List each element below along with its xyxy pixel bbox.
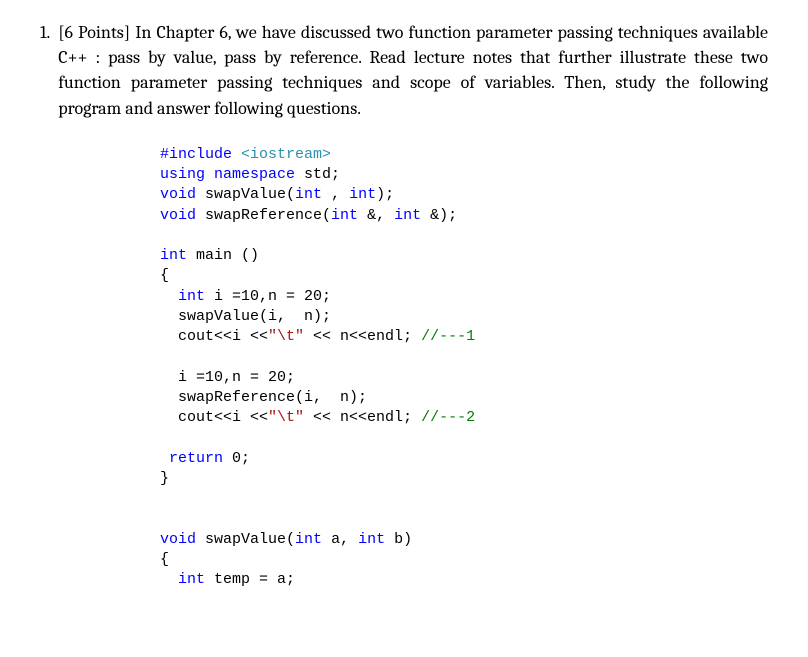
code-token: swapValue(	[196, 186, 295, 203]
code-token: int	[160, 247, 187, 264]
code-token: }	[160, 470, 169, 487]
code-token: );	[376, 186, 394, 203]
code-token: std;	[295, 166, 340, 183]
code-token: <iostream>	[232, 146, 331, 163]
code-token: b)	[385, 531, 412, 548]
code-token: void	[160, 531, 196, 548]
code-token: main ()	[187, 247, 259, 264]
code-token: cout<<i <<	[160, 328, 268, 345]
code-token: void	[160, 186, 196, 203]
code-token	[160, 571, 178, 588]
code-token: {	[160, 267, 169, 284]
code-token: i =10,n = 20;	[205, 288, 331, 305]
code-token: //---1	[421, 328, 475, 345]
code-token: int	[331, 207, 358, 224]
code-token: return	[160, 450, 223, 467]
code-token: namespace	[205, 166, 295, 183]
question-block: 1. [6 Points] In Chapter 6, we have disc…	[40, 20, 768, 121]
code-token: int	[178, 288, 205, 305]
code-token: swapReference(i, n);	[160, 389, 367, 406]
code-token: i =10,n = 20;	[160, 369, 295, 386]
code-token: int	[295, 531, 322, 548]
code-token: &,	[358, 207, 394, 224]
code-token: swapValue(	[196, 531, 295, 548]
code-token: cout<<i <<	[160, 409, 268, 426]
code-token: int	[358, 531, 385, 548]
code-token: a,	[322, 531, 358, 548]
code-snippet: #include <iostream> using namespace std;…	[160, 145, 768, 591]
code-token: {	[160, 551, 169, 568]
code-token: "\t"	[268, 328, 304, 345]
code-token	[160, 288, 178, 305]
question-text: [6 Points] In Chapter 6, we have discuss…	[58, 20, 768, 121]
code-token: << n<<endl;	[304, 328, 421, 345]
code-token: swapReference(	[196, 207, 331, 224]
code-token: int	[295, 186, 322, 203]
code-token: int	[178, 571, 205, 588]
code-token: temp = a;	[205, 571, 295, 588]
code-token: int	[349, 186, 376, 203]
code-token: int	[394, 207, 421, 224]
code-token: "\t"	[268, 409, 304, 426]
code-token: using	[160, 166, 205, 183]
code-token: //---2	[421, 409, 475, 426]
code-token: ,	[322, 186, 349, 203]
code-token: void	[160, 207, 196, 224]
code-token: swapValue(i, n);	[160, 308, 331, 325]
code-token: << n<<endl;	[304, 409, 421, 426]
code-token: 0;	[223, 450, 250, 467]
code-token: #include	[160, 146, 232, 163]
question-number: 1.	[40, 20, 50, 45]
code-token: &);	[421, 207, 457, 224]
